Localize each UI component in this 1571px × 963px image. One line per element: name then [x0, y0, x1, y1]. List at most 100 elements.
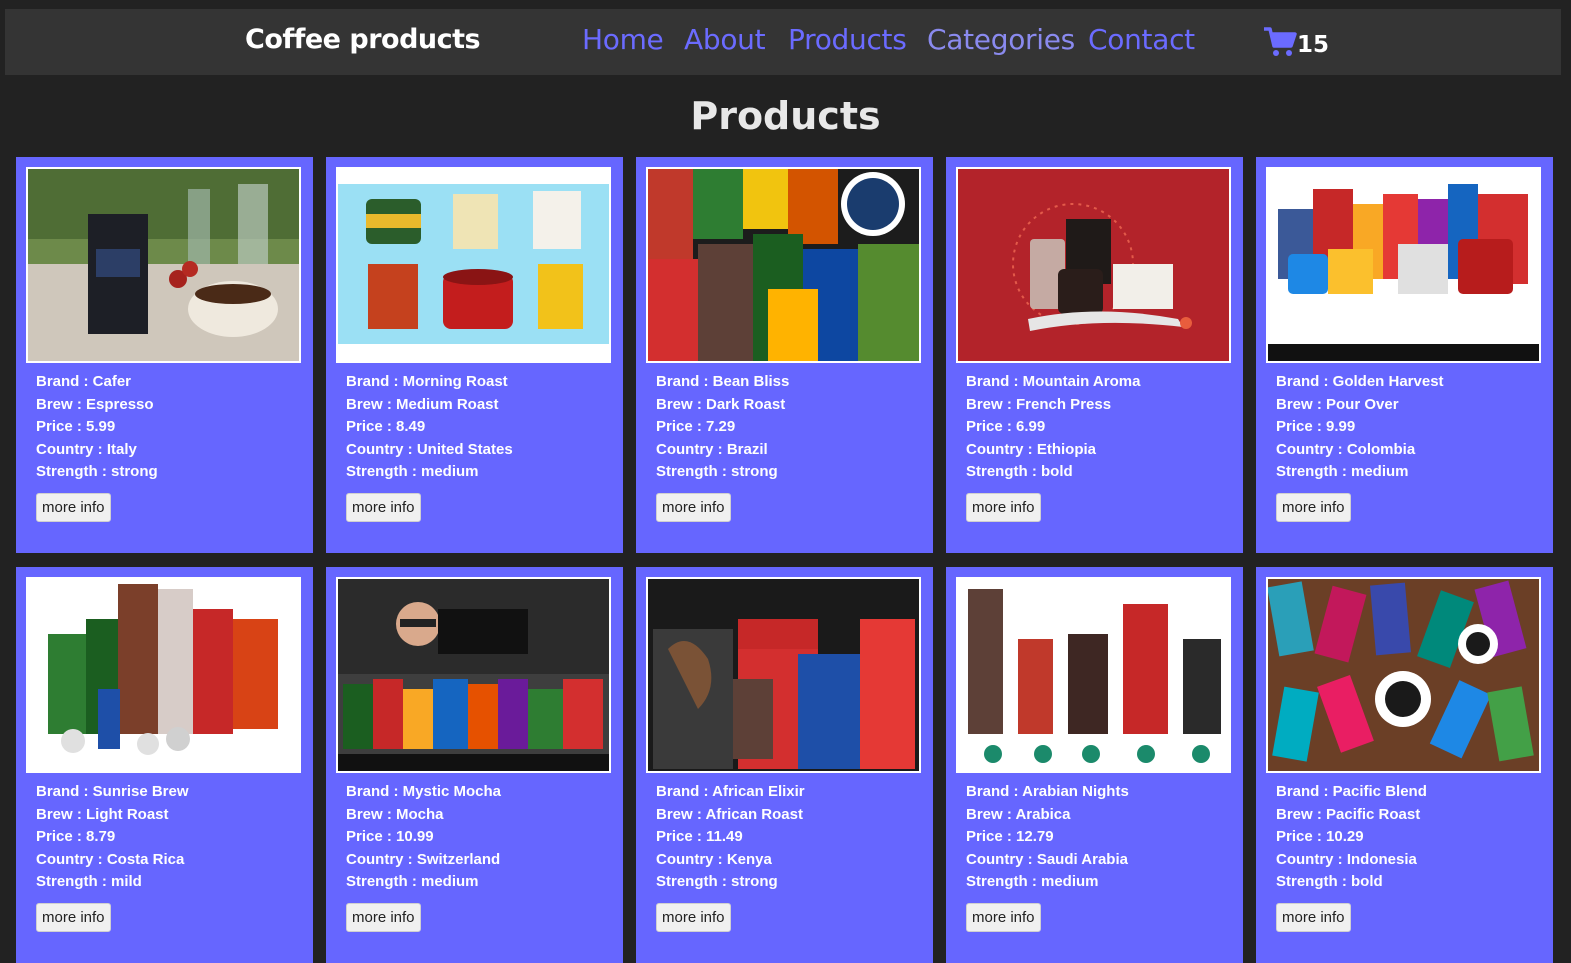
product-brand: Brand : Arabian Nights — [966, 783, 1129, 800]
product-country: Country : Colombia — [1276, 440, 1416, 458]
product-strength: Strength : strong — [656, 463, 778, 480]
product-info: Brand : Sunrise Brew Brew : Light Roast … — [36, 781, 189, 894]
product-image[interactable] — [956, 167, 1231, 363]
product-image[interactable] — [336, 577, 611, 773]
more-info-button[interactable]: more info — [656, 493, 731, 522]
product-card: Brand : Morning Roast Brew : Medium Roas… — [326, 157, 623, 553]
more-info-button[interactable]: more info — [346, 903, 421, 932]
more-info-button[interactable]: more info — [36, 903, 111, 932]
nav-about[interactable]: About — [684, 23, 766, 56]
more-info-button[interactable]: more info — [966, 493, 1041, 522]
product-strength: Strength : bold — [1276, 873, 1383, 890]
product-info: Brand : Arabian Nights Brew : Arabica Pr… — [966, 781, 1129, 894]
product-image[interactable] — [646, 577, 921, 773]
product-price: Price : 10.99 — [346, 828, 434, 845]
product-country: Country : Indonesia — [1276, 850, 1417, 868]
product-info: Brand : Pacific Blend Brew : Pacific Roa… — [1276, 781, 1427, 894]
product-strength: Strength : strong — [36, 463, 158, 480]
product-strength: Strength : medium — [1276, 463, 1409, 480]
product-info: Brand : Golden Harvest Brew : Pour Over … — [1276, 371, 1444, 484]
product-brew: Brew : Espresso — [36, 395, 154, 413]
product-card: Brand : Arabian Nights Brew : Arabica Pr… — [946, 567, 1243, 963]
product-card: Brand : Bean Bliss Brew : Dark Roast Pri… — [636, 157, 933, 553]
product-image[interactable] — [336, 167, 611, 363]
product-country: Country : Ethiopia — [966, 440, 1096, 458]
product-country: Country : Kenya — [656, 850, 772, 868]
more-info-button[interactable]: more info — [966, 903, 1041, 932]
product-brew: Brew : Pour Over — [1276, 395, 1399, 413]
product-info: Brand : Morning Roast Brew : Medium Roas… — [346, 371, 513, 484]
product-image[interactable] — [1266, 167, 1541, 363]
product-card: Brand : Cafer Brew : Espresso Price : 5.… — [16, 157, 313, 553]
product-brew: Brew : Arabica — [966, 805, 1071, 823]
product-price: Price : 12.79 — [966, 828, 1054, 845]
more-info-button[interactable]: more info — [36, 493, 111, 522]
product-brand: Brand : Mystic Mocha — [346, 783, 502, 800]
product-info: Brand : Bean Bliss Brew : Dark Roast Pri… — [656, 371, 789, 484]
product-country: Country : Italy — [36, 440, 137, 458]
product-country: Country : United States — [346, 440, 513, 458]
product-strength: Strength : bold — [966, 463, 1073, 480]
product-brew: Brew : Pacific Roast — [1276, 805, 1421, 823]
product-brand: Brand : Mountain Aroma — [966, 373, 1141, 390]
product-brand: Brand : African Elixir — [656, 783, 805, 800]
product-brand: Brand : Golden Harvest — [1276, 373, 1444, 390]
cart-count: 15 — [1297, 32, 1330, 58]
product-country: Country : Brazil — [656, 440, 768, 458]
product-card: Brand : Mountain Aroma Brew : French Pre… — [946, 157, 1243, 553]
product-brand: Brand : Bean Bliss — [656, 373, 790, 390]
product-image[interactable] — [26, 167, 301, 363]
product-brand: Brand : Pacific Blend — [1276, 783, 1427, 800]
product-country: Country : Saudi Arabia — [966, 850, 1128, 868]
more-info-button[interactable]: more info — [1276, 903, 1351, 932]
product-info: Brand : African Elixir Brew : African Ro… — [656, 781, 805, 894]
product-card: Brand : Golden Harvest Brew : Pour Over … — [1256, 157, 1553, 553]
product-image[interactable] — [956, 577, 1231, 773]
product-brew: Brew : Light Roast — [36, 805, 169, 823]
product-image[interactable] — [646, 167, 921, 363]
product-card: Brand : African Elixir Brew : African Ro… — [636, 567, 933, 963]
product-price: Price : 11.49 — [656, 828, 743, 845]
product-info: Brand : Cafer Brew : Espresso Price : 5.… — [36, 371, 158, 484]
product-image[interactable] — [26, 577, 301, 773]
product-brew: Brew : Mocha — [346, 805, 444, 823]
product-price: Price : 6.99 — [966, 418, 1046, 435]
product-brew: Brew : African Roast — [656, 805, 803, 823]
more-info-button[interactable]: more info — [346, 493, 421, 522]
product-price: Price : 9.99 — [1276, 418, 1356, 435]
product-brew: Brew : French Press — [966, 395, 1112, 413]
product-strength: Strength : medium — [346, 873, 479, 890]
product-price: Price : 10.29 — [1276, 828, 1364, 845]
product-price: Price : 5.99 — [36, 418, 116, 435]
product-brand: Brand : Morning Roast — [346, 373, 508, 390]
product-strength: Strength : mild — [36, 873, 142, 890]
shopping-cart-icon — [1264, 27, 1297, 56]
product-info: Brand : Mountain Aroma Brew : French Pre… — [966, 371, 1140, 484]
product-price: Price : 7.29 — [656, 418, 736, 435]
nav-categories[interactable]: Categories — [927, 23, 1075, 56]
product-strength: Strength : medium — [966, 873, 1099, 890]
more-info-button[interactable]: more info — [1276, 493, 1351, 522]
product-grid: Brand : Cafer Brew : Espresso Price : 5.… — [16, 157, 1556, 963]
product-brand: Brand : Cafer — [36, 373, 132, 390]
cart-button[interactable]: 15 — [1263, 26, 1333, 66]
product-brew: Brew : Medium Roast — [346, 395, 499, 413]
product-strength: Strength : strong — [656, 873, 778, 890]
nav-products[interactable]: Products — [788, 23, 907, 56]
product-card: Brand : Pacific Blend Brew : Pacific Roa… — [1256, 567, 1553, 963]
product-brew: Brew : Dark Roast — [656, 395, 786, 413]
product-card: Brand : Mystic Mocha Brew : Mocha Price … — [326, 567, 623, 963]
product-info: Brand : Mystic Mocha Brew : Mocha Price … — [346, 781, 501, 894]
product-price: Price : 8.79 — [36, 828, 116, 845]
navbar: Coffee products Home About Products Cate… — [5, 9, 1561, 75]
product-image[interactable] — [1266, 577, 1541, 773]
product-country: Country : Costa Rica — [36, 850, 185, 868]
product-card: Brand : Sunrise Brew Brew : Light Roast … — [16, 567, 313, 963]
product-price: Price : 8.49 — [346, 418, 426, 435]
nav-home[interactable]: Home — [582, 23, 664, 56]
more-info-button[interactable]: more info — [656, 903, 731, 932]
product-country: Country : Switzerland — [346, 850, 501, 868]
site-brand[interactable]: Coffee products — [245, 24, 481, 55]
nav-contact[interactable]: Contact — [1088, 23, 1195, 56]
page-title: Products — [690, 94, 881, 138]
